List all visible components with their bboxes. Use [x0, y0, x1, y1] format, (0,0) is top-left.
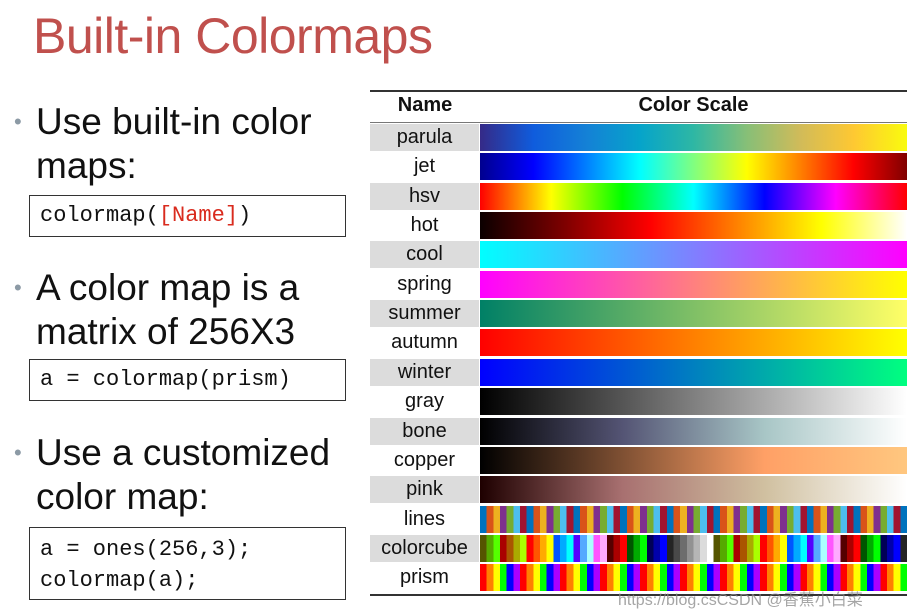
colormap-row-summer: summer: [370, 299, 907, 328]
colormap-row-parula: parula: [370, 123, 907, 152]
colormap-swatch-copper: [480, 446, 907, 474]
colormap-name: colorcube: [370, 534, 479, 562]
colormap-swatch-spring: [480, 270, 907, 298]
colormap-swatch-jet: [480, 153, 907, 181]
code-block-prism: a = colormap(prism): [29, 359, 346, 401]
colormap-name: copper: [393, 448, 456, 471]
colormap-row-hsv: hsv: [370, 182, 907, 211]
bullet-dot-icon: •: [14, 275, 22, 300]
colormap-swatch-autumn: [480, 329, 907, 357]
colormap-name: hot: [410, 214, 439, 237]
colormap-swatch-gray: [480, 388, 907, 416]
colormap-name: cool: [370, 241, 479, 269]
code-text: colormap(: [40, 203, 159, 228]
colormap-swatch-bone: [480, 417, 907, 445]
watermark: https://blog.csCSDN @香蕉小白菜: [618, 592, 863, 609]
colormap-row-bone: bone: [370, 417, 907, 446]
colormap-row-copper: copper: [370, 446, 907, 475]
colormap-row-pink: pink: [370, 475, 907, 504]
colormap-row-spring: spring: [370, 270, 907, 299]
code-line: a = ones(256,3);: [40, 537, 252, 562]
colormap-swatch-pink: [480, 476, 907, 504]
colormap-name: prism: [400, 566, 449, 589]
bullet-line: Use built-in color: [36, 101, 312, 142]
code-text: ): [238, 203, 252, 228]
colormap-name: autumn: [391, 331, 458, 354]
colormap-name: hsv: [370, 182, 479, 210]
code-text: a = colormap(prism): [40, 367, 291, 392]
bullet-line: maps:: [36, 145, 137, 186]
colormap-row-winter: winter: [370, 358, 907, 387]
colormap-name: bone: [370, 417, 479, 445]
colormap-row-autumn: autumn: [370, 328, 907, 357]
bullet-line: matrix of 256X3: [36, 311, 296, 352]
colormap-name: parula: [370, 124, 479, 151]
bullet-dot-icon: •: [14, 109, 22, 134]
colormap-swatch-cool: [480, 241, 907, 269]
colormap-name: jet: [413, 155, 436, 178]
colormap-swatch-hsv: [480, 182, 907, 210]
colormap-table: Name Color Scale parula jet hsv hot cool spri…: [370, 90, 907, 596]
code-placeholder: [Name]: [158, 203, 239, 228]
colormap-swatch-summer: [480, 300, 907, 328]
code-block-colormap-name: colormap([Name]): [29, 195, 346, 237]
colormap-row-jet: jet: [370, 152, 907, 181]
colormap-swatch-parula: [480, 124, 907, 151]
bullet-line: color map:: [36, 476, 209, 517]
table-header-color-scale: Color Scale: [638, 94, 749, 116]
colormap-swatch-hot: [480, 212, 907, 240]
colormap-name: spring: [397, 272, 452, 295]
colormap-swatch-colorcube: [480, 534, 907, 562]
page-title: Built-in Colormaps: [33, 8, 433, 64]
table-top-rule: [370, 90, 907, 92]
colormap-name: gray: [405, 390, 444, 413]
colormap-name: pink: [370, 476, 479, 504]
colormap-name: lines: [403, 507, 446, 530]
colormap-name: summer: [370, 300, 479, 328]
code-line: colormap(a);: [40, 568, 199, 593]
bullet-line: Use a customized: [36, 432, 331, 473]
bullet-line: A color map is a: [36, 267, 300, 308]
colormap-swatch-winter: [480, 358, 907, 386]
colormap-row-cool: cool: [370, 240, 907, 269]
code-block-ones: a = ones(256,3); colormap(a);: [29, 527, 346, 600]
colormap-row-gray: gray: [370, 387, 907, 416]
colormap-row-colorcube: colorcube: [370, 534, 907, 563]
table-header-name: Name: [397, 94, 453, 116]
colormap-swatch-lines: [480, 505, 907, 533]
colormap-name: winter: [370, 358, 479, 386]
colormap-row-lines: lines: [370, 505, 907, 534]
colormap-row-hot: hot: [370, 211, 907, 240]
bullet-dot-icon: •: [14, 440, 22, 465]
